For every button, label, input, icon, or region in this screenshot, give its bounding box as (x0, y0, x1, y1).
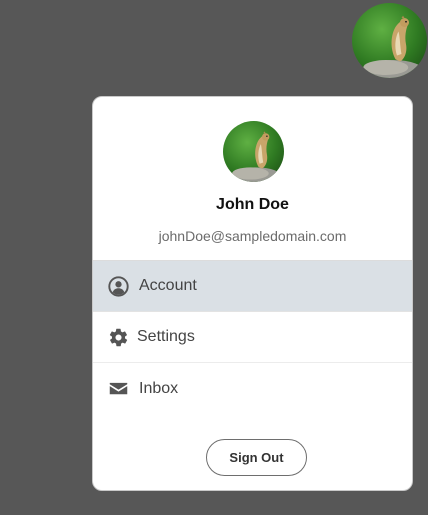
menu-item-label: Inbox (139, 379, 179, 397)
user-avatar (223, 121, 284, 182)
avatar-image (352, 3, 427, 78)
account-circle-icon (108, 275, 129, 297)
profile-dropdown-menu: John Doe johnDoe@sampledomain.com Accoun… (92, 96, 413, 491)
profile-menu: Account Settings Inbox (93, 260, 412, 414)
menu-item-settings[interactable]: Settings (93, 312, 412, 363)
envelope-icon (108, 378, 129, 399)
user-email: johnDoe@sampledomain.com (158, 228, 347, 244)
avatar-image (223, 121, 284, 182)
menu-item-inbox[interactable]: Inbox (93, 363, 412, 414)
menu-item-label: Settings (137, 328, 195, 345)
sign-out-button[interactable]: Sign Out (206, 439, 307, 476)
user-name: John Doe (216, 196, 289, 213)
profile-avatar-button[interactable] (352, 3, 427, 78)
menu-item-label: Account (139, 277, 197, 294)
gear-icon (108, 327, 129, 348)
menu-item-account[interactable]: Account (93, 261, 412, 312)
